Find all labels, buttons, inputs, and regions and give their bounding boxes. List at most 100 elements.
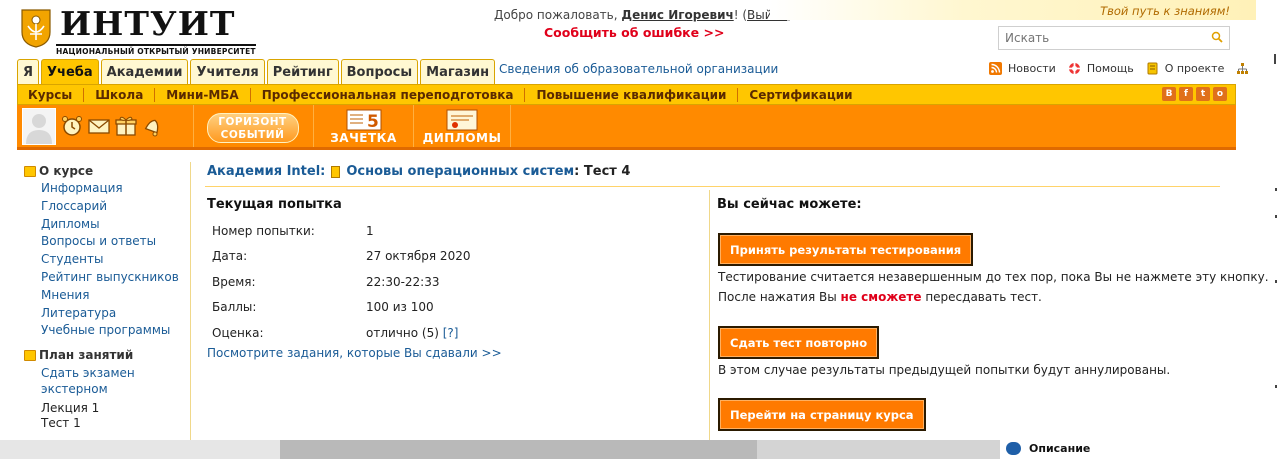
actions-title: Вы сейчас можете: [717,197,862,212]
tab-teachers[interactable]: Учителя [190,59,265,84]
retake-test-button[interactable]: Сдать тест повторно [718,326,880,359]
tab-study[interactable]: Учеба [41,59,99,84]
events-horizon-button[interactable]: ГОРИЗОНТ СОБЫТИЙ [193,105,311,147]
top-links: Новости Помощь О проекте [989,62,1249,75]
folder-icon [24,349,36,361]
after-accept-suffix: пересдавать тест. [921,290,1042,304]
tab-shop[interactable]: Магазин [420,59,496,84]
about-icon[interactable] [1146,62,1159,75]
sidebar-item-students[interactable]: Студенты [41,251,190,269]
welcome-message: Добро пожаловать, Денис Игоревич! (Выйти… [494,8,792,22]
tab-rating[interactable]: Рейтинг [266,59,339,84]
breadcrumb-academy[interactable]: Академия Intel: [207,164,325,179]
report-error-link[interactable]: Сообщить об ошибке >> [544,25,724,40]
social-links: В f t о [1162,87,1227,101]
sub-navigation: Курсы Школа Мини-МБА Профессиональная пе… [17,84,1236,105]
gradebook-button[interactable]: 5 ЗАЧЕТКА [313,105,413,147]
subnav-qualification[interactable]: Повышение квалификации [536,88,726,102]
subnav-mini-mba[interactable]: Мини-МБА [166,88,238,102]
logo-name: ИНТУИТ [60,4,236,43]
subnav-divider [83,87,85,102]
twitter-icon[interactable]: t [1196,87,1210,101]
main-tabs: Я Учеба Академии Учителя Рейтинг Вопросы… [17,59,496,84]
sidebar-item-external-exam[interactable]: Сдать экзамен экстерном [41,366,141,397]
course-sidebar: О курсе Информация Глоссарий Дипломы Воп… [24,162,191,442]
sidebar-item-qa[interactable]: Вопросы и ответы [41,233,190,251]
description-label: Описание [1029,442,1091,455]
grade-help-link[interactable]: [?] [443,326,459,340]
slogan: Твой путь к знаниям! [1100,4,1230,18]
user-name-link[interactable]: Денис Игоревич [621,8,733,22]
subnav-divider [249,87,251,102]
attempt-value: отлично (5) [366,325,443,340]
gift-icon[interactable] [114,114,138,138]
go-to-course-button[interactable]: Перейти на страницу курса [718,398,926,431]
alarm-clock-icon[interactable] [60,114,84,138]
about-link[interactable]: О проекте [1165,62,1225,75]
rss-icon[interactable] [989,62,1002,75]
tab-academies[interactable]: Академии [100,59,189,84]
sitemap-icon[interactable] [1236,62,1249,75]
view-tasks-link[interactable]: Посмотрите задания, которые Вы сдавали >… [207,346,502,360]
sidebar-divider [190,162,191,442]
after-accept-note: После нажатия Вы не сможете пересдавать … [718,290,1042,304]
odnoklassniki-icon[interactable]: о [1213,87,1227,101]
sidebar-section-plan: План занятий [24,346,190,364]
facebook-icon[interactable]: f [1179,87,1193,101]
accept-note: Тестирование считается незавершенным до … [718,270,1269,284]
subnav-school[interactable]: Школа [95,88,143,102]
folder-icon [24,165,36,177]
sidebar-item-diplomas[interactable]: Дипломы [41,216,190,234]
help-link[interactable]: Помощь [1087,62,1134,75]
lifebuoy-icon[interactable] [1068,62,1081,75]
org-info-link[interactable]: Сведения об образовательной организации [499,62,778,76]
description-panel[interactable]: Описание [1006,442,1090,455]
sidebar-item-glossary[interactable]: Глоссарий [41,198,190,216]
diplomas-button[interactable]: ДИПЛОМЫ [413,105,511,147]
welcome-mid: ! ( [733,8,748,22]
search-input[interactable] [999,27,1199,49]
logo[interactable]: ИНТУИТ НАЦИОНАЛЬНЫЙ ОТКРЫТЫЙ УНИВЕРСИТЕТ [16,4,256,56]
after-accept-prefix: После нажатия Вы [718,290,841,304]
gradebook-icon: 5 [346,109,381,132]
sidebar-item-opinions[interactable]: Мнения [41,287,190,305]
mail-icon[interactable] [87,114,111,138]
tab-me[interactable]: Я [17,59,40,84]
sidebar-item-graduate-rating[interactable]: Рейтинг выпускников [41,269,190,287]
sidebar-item-literature[interactable]: Литература [41,305,190,323]
search-icon[interactable] [1211,31,1223,43]
retake-note: В этом случае результаты предыдущей попы… [718,363,1171,377]
attempt-row: Баллы: 100 из 100 [212,295,470,321]
sidebar-item-info[interactable]: Информация [41,180,190,198]
tab-questions[interactable]: Вопросы [340,59,419,84]
attempt-row: Оценка: отлично (5) [?] [212,320,470,346]
subnav-retraining[interactable]: Профессиональная переподготовка [262,88,514,102]
sidebar-item-lecture-1[interactable]: Лекция 1 [41,401,190,416]
attempt-details: Номер попытки: 1 Дата: 27 октября 2020 В… [212,218,470,346]
gradebook-label: ЗАЧЕТКА [330,131,397,145]
sidebar-item-test-1[interactable]: Тест 1 [41,416,190,431]
attempt-key: Номер попытки: [212,223,315,238]
subnav-divider [154,87,156,102]
bottom-strip-segment [757,440,1000,459]
header: ИНТУИТ НАЦИОНАЛЬНЫЙ ОТКРЫТЫЙ УНИВЕРСИТЕТ… [0,0,1280,58]
events-horizon-label: ГОРИЗОНТ СОБЫТИЙ [206,113,299,143]
accept-results-button[interactable]: Принять результаты тестирования [718,233,974,266]
attempt-row: Время: 22:30-22:33 [212,269,470,295]
avatar[interactable] [22,108,56,145]
vk-icon[interactable]: В [1162,87,1176,101]
logo-subtitle: НАЦИОНАЛЬНЫЙ ОТКРЫТЫЙ УНИВЕРСИТЕТ [56,44,256,56]
breadcrumb-current: : Тест 4 [574,164,631,179]
attempt-key: Время: [212,274,256,289]
sidebar-item-programs[interactable]: Учебные программы [41,322,190,340]
news-link[interactable]: Новости [1008,62,1056,75]
slogan-bar: Твой путь к знаниям! [770,0,1256,20]
subnav-courses[interactable]: Курсы [28,88,72,102]
attempt-row: Дата: 27 октября 2020 [212,244,470,270]
search-box[interactable] [998,26,1230,50]
attempt-key: Баллы: [212,300,257,315]
attempt-value: 22:30-22:33 [366,274,440,289]
subnav-certifications[interactable]: Сертификации [749,88,852,102]
bell-icon[interactable] [141,114,165,138]
breadcrumb-course[interactable]: Основы операционных систем [346,164,574,179]
